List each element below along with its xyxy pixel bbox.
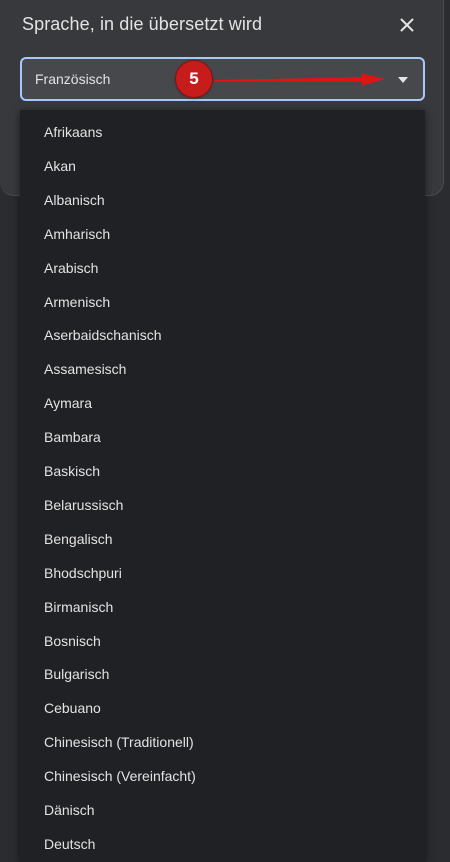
language-option[interactable]: Bambara [20, 420, 425, 454]
language-option[interactable]: Chinesisch (Traditionell) [20, 725, 425, 759]
language-option[interactable]: Armenisch [20, 285, 425, 319]
dialog-title: Sprache, in die übersetzt wird [22, 14, 263, 34]
language-option[interactable]: Bengalisch [20, 522, 425, 556]
selected-language: Französisch [35, 71, 111, 87]
language-option[interactable]: Aserbaidschanisch [20, 318, 425, 352]
language-option[interactable]: Afrikaans [20, 115, 425, 149]
language-option[interactable]: Bhodschpuri [20, 556, 425, 590]
language-option[interactable]: Bulgarisch [20, 657, 425, 691]
language-option[interactable]: Bosnisch [20, 624, 425, 658]
language-dropdown-list[interactable]: Afrikaans Akan Albanisch Amharisch Arabisch A… [20, 110, 425, 862]
language-option[interactable]: Baskisch [20, 454, 425, 488]
close-button[interactable] [394, 12, 420, 38]
step-badge: 5 [176, 61, 212, 97]
caret-down-icon [398, 77, 408, 83]
language-option[interactable]: Belarussisch [20, 488, 425, 522]
target-language-select[interactable]: Französisch [20, 57, 425, 101]
language-option[interactable]: Arabisch [20, 251, 425, 285]
language-option[interactable]: Deutsch [20, 827, 425, 861]
language-option[interactable]: Albanisch [20, 183, 425, 217]
language-option[interactable]: Birmanisch [20, 590, 425, 624]
language-option[interactable]: Chinesisch (Vereinfacht) [20, 759, 425, 793]
close-icon [400, 18, 414, 32]
language-option[interactable]: Dänisch [20, 793, 425, 827]
language-option[interactable]: Aymara [20, 386, 425, 420]
language-option[interactable]: Amharisch [20, 217, 425, 251]
language-option[interactable]: Assamesisch [20, 352, 425, 386]
language-option[interactable]: Akan [20, 149, 425, 183]
language-option[interactable]: Cebuano [20, 691, 425, 725]
translate-language-screen: Sprache, in die übersetzt wird Französis… [0, 0, 450, 862]
